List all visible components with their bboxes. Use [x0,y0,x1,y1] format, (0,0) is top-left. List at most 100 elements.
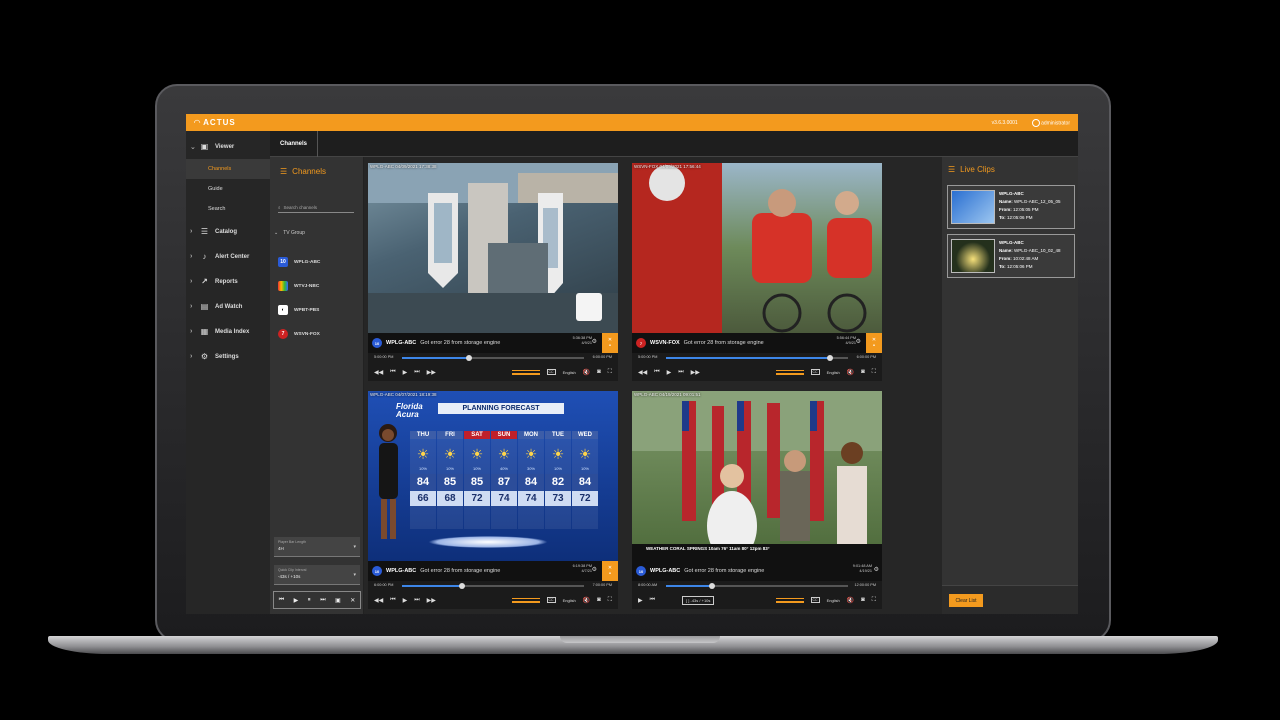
pause-icon[interactable]: ⏸ [308,597,311,604]
timeline-knob[interactable] [459,583,466,589]
fast-forward-icon[interactable]: ▶▶ [691,369,700,376]
camera-icon[interactable]: ◙ [597,369,601,375]
skip-end-icon[interactable]: ⏭ [320,597,325,604]
record-clip-icon[interactable]: ⚙ [592,566,597,573]
step-back-icon[interactable]: ⏮ [654,369,659,376]
tile-timeline[interactable]: 8:00:00 AM 12:00:00 PM [632,581,882,591]
volume-slider[interactable] [775,597,804,603]
clip-card[interactable]: WPLG-ABC Name: WPLG-ABC_10_02_48 From: 1… [947,234,1075,278]
tab-channels[interactable]: Channels [270,131,318,157]
play-icon[interactable]: ▶ [294,597,299,604]
camera-icon[interactable]: ◙ [861,369,865,375]
close-tile-button[interactable]: ✕ ⊟ [602,333,618,353]
play-icon[interactable]: ▶ [638,597,643,604]
nav-channels[interactable]: Channels [186,159,270,179]
play-icon[interactable]: ▶ [403,369,408,376]
weather-ticker: WEATHER CORAL SPRINGS 10am 76° 11am 80° … [646,546,770,551]
channel-logo-icon: 10 [636,566,646,576]
nav-catalog[interactable]: › ☰ Catalog [186,219,270,244]
clip-thumbnail [951,239,995,273]
mute-icon[interactable]: 🔇 [847,597,854,604]
tile-info-bar: 10 WPLG-ABC Got error 28 from storage en… [632,561,882,581]
user-menu[interactable]: administrator [1031,118,1070,127]
video-frame[interactable]: WEATHER CORAL SPRINGS 10am 76° 11am 80° … [632,391,882,561]
tile-timeline[interactable]: 5:00:00 PM 6:00:00 PM [632,353,882,363]
forecast-high: 87 [491,474,517,490]
play-icon[interactable]: ▶ [403,597,408,604]
channel-row[interactable]: 7 WSVN-FOX [278,322,320,346]
nav-search[interactable]: Search [186,199,270,219]
step-forward-icon[interactable]: ⏭ [414,369,419,376]
tv-group[interactable]: ⌄ TV Group [274,230,305,236]
play-icon[interactable]: ▶ [667,369,672,376]
station-bug-icon [576,293,602,321]
channel-row[interactable]: ◐ WPBT-PBS [278,298,320,322]
clip-card[interactable]: WPLG-ABC Name: WPLG-ABC_12_05_05 From: 1… [947,185,1075,229]
camera-icon[interactable]: ◙ [861,597,865,603]
rewind-icon[interactable]: ◀◀ [638,369,647,376]
nav-reports[interactable]: › ↗ Reports [186,269,270,294]
timeline-knob[interactable] [708,583,715,589]
player-bar-length-select[interactable]: Player Bar Length 4H ▾ [274,537,360,557]
nav-media-index[interactable]: › ▦ Media Index [186,319,270,344]
camera-icon[interactable]: ◙ [597,597,601,603]
fullscreen-icon[interactable]: ⛶ [872,369,876,376]
fast-forward-icon[interactable]: ▶▶ [427,597,436,604]
clear-list-button[interactable]: Clear List [949,594,983,607]
step-back-icon[interactable]: ⏮ [390,597,395,604]
detach-icon: ⊟ [608,343,612,347]
tile-timeline[interactable]: 5:00:00 PM 6:00:00 PM [368,353,618,363]
volume-slider[interactable] [775,369,804,375]
cc-icon[interactable]: CC [810,597,820,603]
nav-alert-center[interactable]: › ♪ Alert Center [186,244,270,269]
detach-icon: ⊟ [872,343,876,347]
step-back-icon[interactable]: ⏮ [650,597,655,604]
quick-clip-interval-select[interactable]: Quick Clip Interval -43s / +10s ▾ [274,565,360,585]
search-channels-input[interactable]: ⌕ Search channels [278,203,354,213]
tile-timeline[interactable]: 6:00:00 PM 7:00:00 PM [368,581,618,591]
mute-icon[interactable]: 🔇 [583,369,590,376]
fullscreen-icon[interactable]: ⛶ [608,369,612,376]
rewind-icon[interactable]: ◀◀ [374,369,383,376]
fast-forward-icon[interactable]: ▶▶ [427,369,436,376]
clip-range-box[interactable]: [ ] -43s / +10s [682,595,715,605]
timeline-knob[interactable] [466,355,473,361]
channel-logo-icon: 10 [278,257,288,267]
cc-icon[interactable]: CC [546,597,556,603]
video-frame[interactable]: WSVN-FOX 04/09/2021 17:56:44 [632,163,882,333]
nav-ad-watch[interactable]: › ▤ Ad Watch [186,294,270,319]
record-icon[interactable]: ▣ [335,597,341,604]
forecast-precip: 30% [526,466,535,471]
rewind-icon[interactable]: ◀◀ [374,597,383,604]
skip-start-icon[interactable]: ⏮ [279,597,284,604]
mute-icon[interactable]: 🔇 [583,597,590,604]
video-frame[interactable]: Florida Acura PLANNING FORECAST THU ☀ 10% 8… [368,391,618,561]
cc-icon[interactable]: CC [546,369,556,375]
fullscreen-icon[interactable]: ⛶ [608,597,612,604]
close-icon[interactable]: ✕ [350,597,355,604]
nav-guide[interactable]: Guide [186,179,270,199]
close-tile-button[interactable]: ✕ ⊟ [866,333,882,353]
volume-slider[interactable] [511,597,540,603]
close-tile-button[interactable]: ✕ ⊟ [602,561,618,581]
mute-icon[interactable]: 🔇 [847,369,854,376]
channel-row[interactable]: WTVJ-NBC [278,274,320,298]
video-frame[interactable]: WPLG-ABC 04/09/2021 17:38:38 [368,163,618,333]
timeline-knob[interactable] [826,355,833,361]
trend-icon: ↗ [201,277,208,286]
record-clip-icon[interactable]: ⚙ [856,338,861,345]
step-forward-icon[interactable]: ⏭ [678,369,683,376]
nav-viewer[interactable]: ⌄ ▣ Viewer [186,134,270,159]
nav-settings[interactable]: › ⚙ Settings [186,344,270,369]
fullscreen-icon[interactable]: ⛶ [872,597,876,604]
timeline-fill [402,357,470,359]
volume-slider[interactable] [511,369,540,375]
step-back-icon[interactable]: ⏮ [390,369,395,376]
step-forward-icon[interactable]: ⏭ [414,597,419,604]
record-clip-icon[interactable]: ⚙ [592,338,597,345]
tab-strip: Channels [270,131,1078,157]
channel-row[interactable]: 10 WPLG-ABC [278,250,320,274]
cc-icon[interactable]: CC [810,369,820,375]
record-clip-icon[interactable]: ⚙ [874,566,879,573]
menu-icon: ☰ [280,167,288,176]
